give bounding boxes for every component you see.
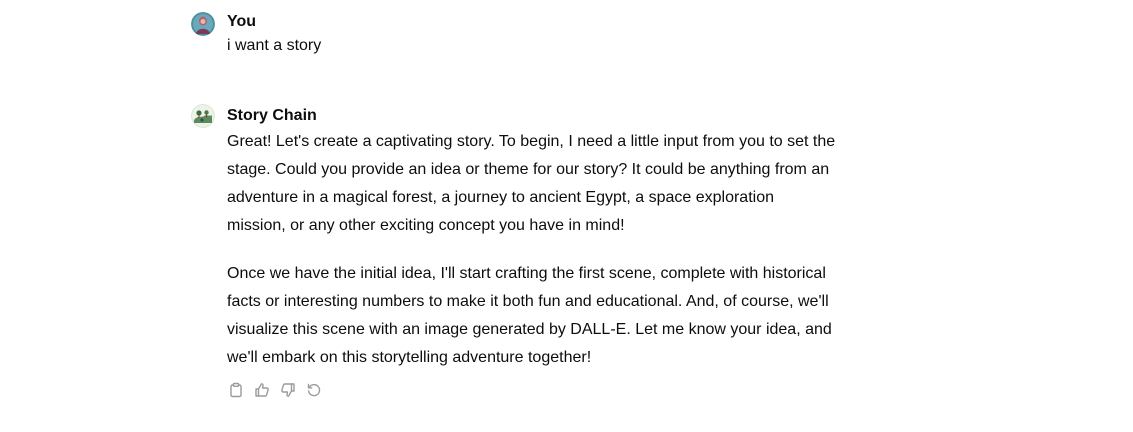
thumbs-down-button[interactable] [277, 379, 299, 401]
chat-thread: You i want a story Story Chain Great! Le… [0, 0, 1133, 432]
user-message: You i want a story [191, 12, 851, 58]
regenerate-icon [306, 382, 322, 398]
assistant-message: Story Chain Great! Let's create a captiv… [191, 104, 851, 401]
assistant-sender-name: Story Chain [227, 107, 317, 124]
user-sender-name: You [227, 13, 257, 30]
thumbs-down-icon [280, 382, 296, 398]
user-message-text: i want a story [227, 37, 322, 54]
regenerate-button[interactable] [303, 379, 325, 401]
user-avatar [191, 12, 215, 36]
copy-button[interactable] [225, 379, 247, 401]
thumbs-up-button[interactable] [251, 379, 273, 401]
message-actions [225, 379, 851, 401]
assistant-paragraph-1: Great! Let's create a captivating story.… [227, 133, 836, 234]
copy-icon [228, 382, 244, 398]
thumbs-up-icon [254, 382, 270, 398]
assistant-avatar [191, 104, 215, 128]
assistant-paragraph-2: Once we have the initial idea, I'll star… [227, 265, 832, 366]
